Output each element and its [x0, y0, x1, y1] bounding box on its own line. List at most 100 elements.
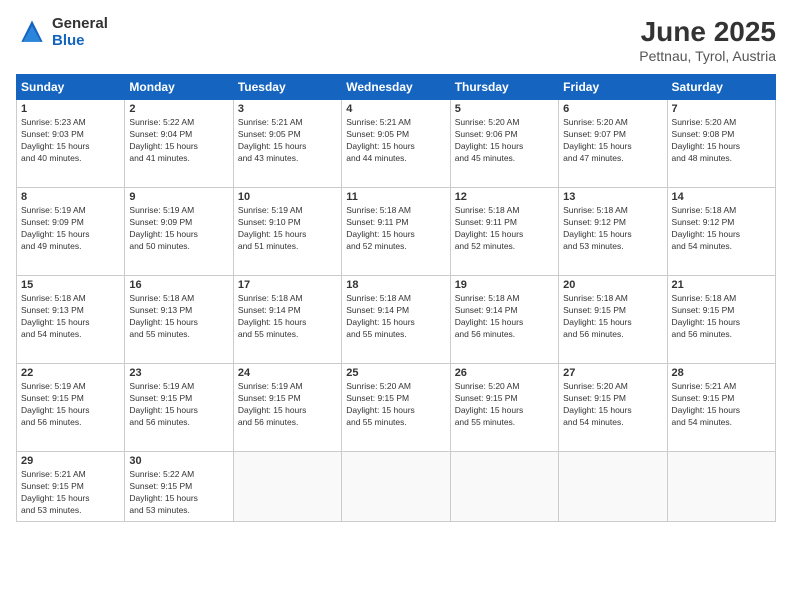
day-info: Sunrise: 5:18 AM Sunset: 9:14 PM Dayligh…: [455, 293, 554, 341]
table-row: 24Sunrise: 5:19 AM Sunset: 9:15 PM Dayli…: [233, 364, 341, 452]
month-title: June 2025: [639, 16, 776, 48]
day-info: Sunrise: 5:21 AM Sunset: 9:05 PM Dayligh…: [238, 117, 337, 165]
table-row: [667, 452, 775, 522]
day-number: 17: [238, 279, 337, 291]
table-row: [559, 452, 667, 522]
col-saturday: Saturday: [667, 75, 775, 100]
day-number: 15: [21, 279, 120, 291]
day-number: 2: [129, 103, 228, 115]
table-row: 20Sunrise: 5:18 AM Sunset: 9:15 PM Dayli…: [559, 276, 667, 364]
day-info: Sunrise: 5:18 AM Sunset: 9:12 PM Dayligh…: [672, 205, 771, 253]
table-row: 23 Sunrise: 5:19 AM Sunset: 9:15 PM Dayli…: [125, 364, 233, 452]
day-info: Sunrise: 5:19 AM Sunset: 9:09 PM Dayligh…: [129, 205, 228, 253]
day-info: Sunrise: 5:18 AM Sunset: 9:14 PM Dayligh…: [238, 293, 337, 341]
day-info: Sunrise: 5:19 AM Sunset: 9:15 PM Dayligh…: [21, 381, 120, 429]
logo-text: General Blue: [52, 16, 108, 49]
table-row: 25Sunrise: 5:20 AM Sunset: 9:15 PM Dayli…: [342, 364, 450, 452]
table-row: 14 Sunrise: 5:18 AM Sunset: 9:12 PM Dayli…: [667, 188, 775, 276]
table-row: [342, 452, 450, 522]
day-number: 5: [455, 103, 554, 115]
table-row: 13Sunrise: 5:18 AM Sunset: 9:12 PM Dayli…: [559, 188, 667, 276]
table-row: 18 Sunrise: 5:18 AM Sunset: 9:14 PM Dayli…: [342, 276, 450, 364]
calendar-row: 1Sunrise: 5:23 AM Sunset: 9:03 PM Daylig…: [17, 100, 776, 188]
table-row: 1Sunrise: 5:23 AM Sunset: 9:03 PM Daylig…: [17, 100, 125, 188]
day-info: Sunrise: 5:19 AM Sunset: 9:15 PM Dayligh…: [129, 381, 228, 429]
day-number: 3: [238, 103, 337, 115]
day-number: 28: [672, 367, 771, 379]
logo-general-text: General: [52, 16, 108, 33]
day-info: Sunrise: 5:20 AM Sunset: 9:15 PM Dayligh…: [563, 381, 662, 429]
table-row: 12Sunrise: 5:18 AM Sunset: 9:11 PM Dayli…: [450, 188, 558, 276]
col-tuesday: Tuesday: [233, 75, 341, 100]
day-number: 18: [346, 279, 445, 291]
table-row: 8 Sunrise: 5:19 AM Sunset: 9:09 PM Daylig…: [17, 188, 125, 276]
day-number: 8: [21, 191, 120, 203]
table-row: 10 Sunrise: 5:19 AM Sunset: 9:10 PM Dayli…: [233, 188, 341, 276]
col-friday: Friday: [559, 75, 667, 100]
table-row: 3 Sunrise: 5:21 AM Sunset: 9:05 PM Daylig…: [233, 100, 341, 188]
day-info: Sunrise: 5:20 AM Sunset: 9:07 PM Dayligh…: [563, 117, 662, 165]
table-row: 4Sunrise: 5:21 AM Sunset: 9:05 PM Daylig…: [342, 100, 450, 188]
day-info: Sunrise: 5:20 AM Sunset: 9:08 PM Dayligh…: [672, 117, 771, 165]
day-info: Sunrise: 5:21 AM Sunset: 9:15 PM Dayligh…: [672, 381, 771, 429]
table-row: 21Sunrise: 5:18 AM Sunset: 9:15 PM Dayli…: [667, 276, 775, 364]
day-info: Sunrise: 5:22 AM Sunset: 9:04 PM Dayligh…: [129, 117, 228, 165]
day-info: Sunrise: 5:18 AM Sunset: 9:12 PM Dayligh…: [563, 205, 662, 253]
day-number: 27: [563, 367, 662, 379]
day-number: 7: [672, 103, 771, 115]
location: Pettnau, Tyrol, Austria: [639, 48, 776, 64]
header-row: Sunday Monday Tuesday Wednesday Thursday…: [17, 75, 776, 100]
calendar-table: Sunday Monday Tuesday Wednesday Thursday…: [16, 74, 776, 522]
logo: General Blue: [16, 16, 108, 49]
col-thursday: Thursday: [450, 75, 558, 100]
table-row: 30 Sunrise: 5:22 AM Sunset: 9:15 PM Dayli…: [125, 452, 233, 522]
table-row: 17 Sunrise: 5:18 AM Sunset: 9:14 PM Dayli…: [233, 276, 341, 364]
day-info: Sunrise: 5:18 AM Sunset: 9:14 PM Dayligh…: [346, 293, 445, 341]
table-row: 6 Sunrise: 5:20 AM Sunset: 9:07 PM Daylig…: [559, 100, 667, 188]
table-row: 2 Sunrise: 5:22 AM Sunset: 9:04 PM Daylig…: [125, 100, 233, 188]
day-number: 1: [21, 103, 120, 115]
table-row: [450, 452, 558, 522]
day-info: Sunrise: 5:19 AM Sunset: 9:10 PM Dayligh…: [238, 205, 337, 253]
day-info: Sunrise: 5:22 AM Sunset: 9:15 PM Dayligh…: [129, 469, 228, 517]
day-number: 10: [238, 191, 337, 203]
table-row: 11Sunrise: 5:18 AM Sunset: 9:11 PM Dayli…: [342, 188, 450, 276]
day-number: 14: [672, 191, 771, 203]
col-wednesday: Wednesday: [342, 75, 450, 100]
day-info: Sunrise: 5:18 AM Sunset: 9:13 PM Dayligh…: [129, 293, 228, 341]
table-row: 22 Sunrise: 5:19 AM Sunset: 9:15 PM Dayli…: [17, 364, 125, 452]
table-row: [233, 452, 341, 522]
logo-blue-text: Blue: [52, 33, 108, 50]
day-number: 19: [455, 279, 554, 291]
calendar-row: 15 Sunrise: 5:18 AM Sunset: 9:13 PM Dayli…: [17, 276, 776, 364]
day-info: Sunrise: 5:18 AM Sunset: 9:13 PM Dayligh…: [21, 293, 120, 341]
table-row: 16Sunrise: 5:18 AM Sunset: 9:13 PM Dayli…: [125, 276, 233, 364]
title-block: June 2025 Pettnau, Tyrol, Austria: [639, 16, 776, 64]
day-number: 25: [346, 367, 445, 379]
day-info: Sunrise: 5:20 AM Sunset: 9:06 PM Dayligh…: [455, 117, 554, 165]
table-row: 7 Sunrise: 5:20 AM Sunset: 9:08 PM Daylig…: [667, 100, 775, 188]
logo-icon: [16, 17, 48, 49]
day-info: Sunrise: 5:21 AM Sunset: 9:15 PM Dayligh…: [21, 469, 120, 517]
day-info: Sunrise: 5:18 AM Sunset: 9:15 PM Dayligh…: [672, 293, 771, 341]
table-row: 5 Sunrise: 5:20 AM Sunset: 9:06 PM Daylig…: [450, 100, 558, 188]
calendar-row: 29 Sunrise: 5:21 AM Sunset: 9:15 PM Dayli…: [17, 452, 776, 522]
day-info: Sunrise: 5:19 AM Sunset: 9:09 PM Dayligh…: [21, 205, 120, 253]
col-sunday: Sunday: [17, 75, 125, 100]
table-row: 15 Sunrise: 5:18 AM Sunset: 9:13 PM Dayli…: [17, 276, 125, 364]
col-monday: Monday: [125, 75, 233, 100]
header: General Blue June 2025 Pettnau, Tyrol, A…: [16, 16, 776, 64]
calendar-row: 22 Sunrise: 5:19 AM Sunset: 9:15 PM Dayli…: [17, 364, 776, 452]
table-row: 19 Sunrise: 5:18 AM Sunset: 9:14 PM Dayli…: [450, 276, 558, 364]
day-number: 23: [129, 367, 228, 379]
day-info: Sunrise: 5:18 AM Sunset: 9:11 PM Dayligh…: [346, 205, 445, 253]
day-number: 22: [21, 367, 120, 379]
day-number: 29: [21, 455, 120, 467]
table-row: 26Sunrise: 5:20 AM Sunset: 9:15 PM Dayli…: [450, 364, 558, 452]
day-number: 24: [238, 367, 337, 379]
day-number: 30: [129, 455, 228, 467]
calendar-row: 8 Sunrise: 5:19 AM Sunset: 9:09 PM Daylig…: [17, 188, 776, 276]
table-row: 9Sunrise: 5:19 AM Sunset: 9:09 PM Daylig…: [125, 188, 233, 276]
table-row: 28 Sunrise: 5:21 AM Sunset: 9:15 PM Dayli…: [667, 364, 775, 452]
day-number: 6: [563, 103, 662, 115]
